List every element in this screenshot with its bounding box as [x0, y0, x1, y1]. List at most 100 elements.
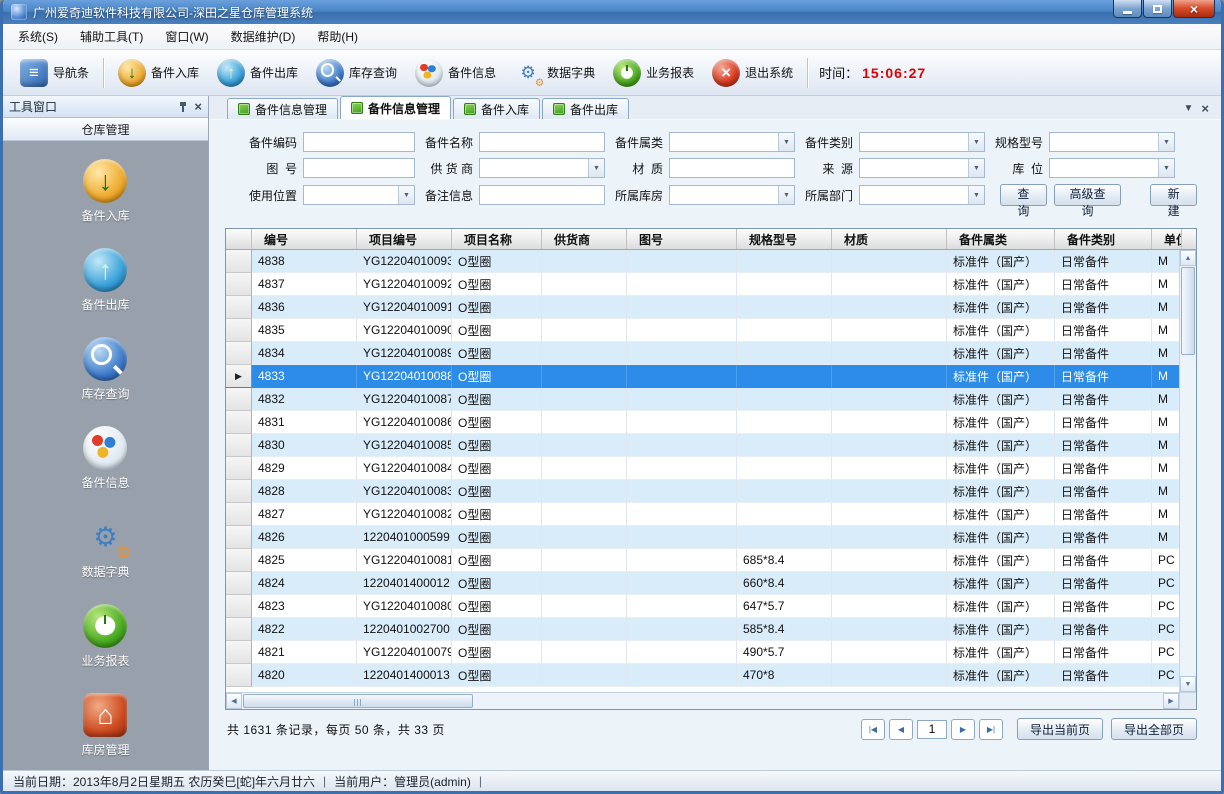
part-type-select[interactable]: ▼: [859, 132, 985, 152]
prev-page-button[interactable]: ◀: [889, 719, 913, 740]
menu-item-window[interactable]: 窗口(W): [154, 24, 219, 49]
row-selector[interactable]: ▶: [226, 365, 252, 388]
scroll-left-icon[interactable]: ◀: [226, 693, 242, 709]
page-number-input[interactable]: [917, 720, 947, 739]
row-selector[interactable]: [226, 250, 252, 273]
next-page-button[interactable]: ▶: [951, 719, 975, 740]
menu-item-help[interactable]: 帮助(H): [306, 24, 369, 49]
sidebar-item-inventory-query[interactable]: 库存查询: [81, 337, 129, 402]
table-row[interactable]: 4827YG12204010082O型圈标准件（国产）日常备件M: [226, 503, 1196, 526]
table-row[interactable]: 4834YG12204010089O型圈标准件（国产）日常备件M: [226, 342, 1196, 365]
column-header[interactable]: 材质: [832, 229, 947, 249]
table-row[interactable]: 4821YG12204010079O型圈490*5.7标准件（国产）日常备件PC: [226, 641, 1196, 664]
row-selector[interactable]: [226, 572, 252, 595]
table-row[interactable]: 4832YG12204010087O型圈标准件（国产）日常备件M: [226, 388, 1196, 411]
toolbar-button-parts-out[interactable]: ↑备件出库: [208, 55, 307, 91]
row-selector[interactable]: [226, 526, 252, 549]
toolbar-button-data-dict[interactable]: ⚙数据字典: [505, 55, 604, 91]
column-header[interactable]: 备件类别: [1055, 229, 1152, 249]
close-button[interactable]: ×: [1173, 0, 1215, 18]
table-row[interactable]: 4838YG12204010093O型圈标准件（国产）日常备件M: [226, 250, 1196, 273]
row-selector[interactable]: [226, 503, 252, 526]
row-selector[interactable]: [226, 273, 252, 296]
sidebar-group-warehouse[interactable]: 仓库管理: [3, 118, 208, 141]
scroll-down-icon[interactable]: ▼: [1180, 676, 1196, 692]
column-header[interactable]: 图号: [627, 229, 737, 249]
pin-icon[interactable]: [179, 102, 187, 112]
table-row[interactable]: 4828YG12204010083O型圈标准件（国产）日常备件M: [226, 480, 1196, 503]
row-selector[interactable]: [226, 618, 252, 641]
new-button[interactable]: 新建: [1150, 184, 1197, 206]
row-selector[interactable]: [226, 296, 252, 319]
table-row[interactable]: 4837YG12204010092O型圈标准件（国产）日常备件M: [226, 273, 1196, 296]
table-row[interactable]: 4823YG12204010080O型圈647*5.7标准件（国产）日常备件PC: [226, 595, 1196, 618]
toolbar-button-parts-info[interactable]: 备件信息: [406, 55, 505, 91]
toolbar-button-exit[interactable]: ×退出系统: [703, 55, 802, 91]
toolbar-button-business-report[interactable]: 业务报表: [604, 55, 703, 91]
table-row[interactable]: 4831YG12204010086O型圈标准件（国产）日常备件M: [226, 411, 1196, 434]
toolbar-button-navbar[interactable]: ≡导航条: [11, 55, 98, 91]
column-header[interactable]: 供货商: [542, 229, 627, 249]
table-row[interactable]: 4830YG12204010085O型圈标准件（国产）日常备件M: [226, 434, 1196, 457]
maximize-button[interactable]: [1143, 0, 1172, 18]
sidebar-item-parts-info[interactable]: 备件信息: [81, 426, 129, 491]
storage-location-select[interactable]: ▼: [1049, 158, 1175, 178]
table-row[interactable]: 4829YG12204010084O型圈标准件（国产）日常备件M: [226, 457, 1196, 480]
row-selector[interactable]: [226, 641, 252, 664]
last-page-button[interactable]: ▶|: [979, 719, 1003, 740]
table-row[interactable]: 48201220401400013O型圈470*8标准件（国产）日常备件PC: [226, 664, 1196, 687]
sidebar-item-warehouse[interactable]: ⌂库房管理: [81, 693, 129, 758]
drawing-no-input[interactable]: [303, 158, 415, 178]
row-selector[interactable]: [226, 388, 252, 411]
minimize-button[interactable]: [1113, 0, 1142, 18]
row-selector[interactable]: [226, 411, 252, 434]
menu-item-aux-tools[interactable]: 辅助工具(T): [69, 24, 154, 49]
part-code-input[interactable]: [303, 132, 415, 152]
first-page-button[interactable]: |◀: [861, 719, 885, 740]
row-selector[interactable]: [226, 664, 252, 687]
export-current-page-button[interactable]: 导出当前页: [1017, 718, 1103, 740]
tab-4[interactable]: 备件出库: [542, 98, 629, 119]
scroll-right-icon[interactable]: ▶: [1163, 693, 1179, 709]
column-header[interactable]: 单位: [1152, 229, 1182, 249]
table-row[interactable]: 48221220401002700O型圈585*8.4标准件（国产）日常备件PC: [226, 618, 1196, 641]
table-row[interactable]: 4836YG12204010091O型圈标准件（国产）日常备件M: [226, 296, 1196, 319]
vertical-scrollbar[interactable]: ▲ ▼: [1179, 250, 1196, 692]
scroll-up-icon[interactable]: ▲: [1180, 250, 1196, 266]
remark-info-input[interactable]: [479, 185, 605, 205]
tab-list-dropdown-icon[interactable]: ▼: [1184, 103, 1194, 114]
row-selector[interactable]: [226, 319, 252, 342]
sidebar-item-parts-in[interactable]: ↓备件入库: [81, 159, 129, 224]
toolbar-button-inventory-query[interactable]: 库存查询: [307, 55, 406, 91]
horizontal-scroll-thumb[interactable]: [243, 694, 473, 708]
column-header[interactable]: 规格型号: [737, 229, 832, 249]
row-selector[interactable]: [226, 480, 252, 503]
table-row[interactable]: 48241220401400012O型圈660*8.4标准件（国产）日常备件PC: [226, 572, 1196, 595]
query-button[interactable]: 查询: [1000, 184, 1047, 206]
row-selector[interactable]: [226, 434, 252, 457]
warehouse-select[interactable]: ▼: [669, 185, 795, 205]
menu-item-system[interactable]: 系统(S): [7, 24, 69, 49]
tab-close-icon[interactable]: ×: [1201, 102, 1209, 115]
source-select[interactable]: ▼: [859, 158, 985, 178]
row-selector[interactable]: [226, 457, 252, 480]
column-header[interactable]: 项目名称: [452, 229, 542, 249]
department-select[interactable]: ▼: [859, 185, 985, 205]
table-row[interactable]: ▶4833YG12204010088O型圈标准件（国产）日常备件M: [226, 365, 1196, 388]
sidebar-item-business-report[interactable]: 业务报表: [81, 604, 129, 669]
table-row[interactable]: 4835YG12204010090O型圈标准件（国产）日常备件M: [226, 319, 1196, 342]
material-input[interactable]: [669, 158, 795, 178]
spec-model-select[interactable]: ▼: [1049, 132, 1175, 152]
part-category-select[interactable]: ▼: [669, 132, 795, 152]
table-row[interactable]: 4825YG12204010081O型圈685*8.4标准件（国产）日常备件PC: [226, 549, 1196, 572]
row-selector[interactable]: [226, 549, 252, 572]
column-header[interactable]: 编号: [252, 229, 357, 249]
tab-2[interactable]: 备件信息管理: [340, 96, 451, 119]
advanced-query-button[interactable]: 高级查询: [1054, 184, 1122, 206]
export-all-pages-button[interactable]: 导出全部页: [1111, 718, 1197, 740]
row-selector[interactable]: [226, 595, 252, 618]
usage-position-select[interactable]: ▼: [303, 185, 415, 205]
sidebar-close-icon[interactable]: ×: [194, 100, 202, 113]
row-selector[interactable]: [226, 342, 252, 365]
vertical-scroll-thumb[interactable]: [1181, 267, 1195, 355]
